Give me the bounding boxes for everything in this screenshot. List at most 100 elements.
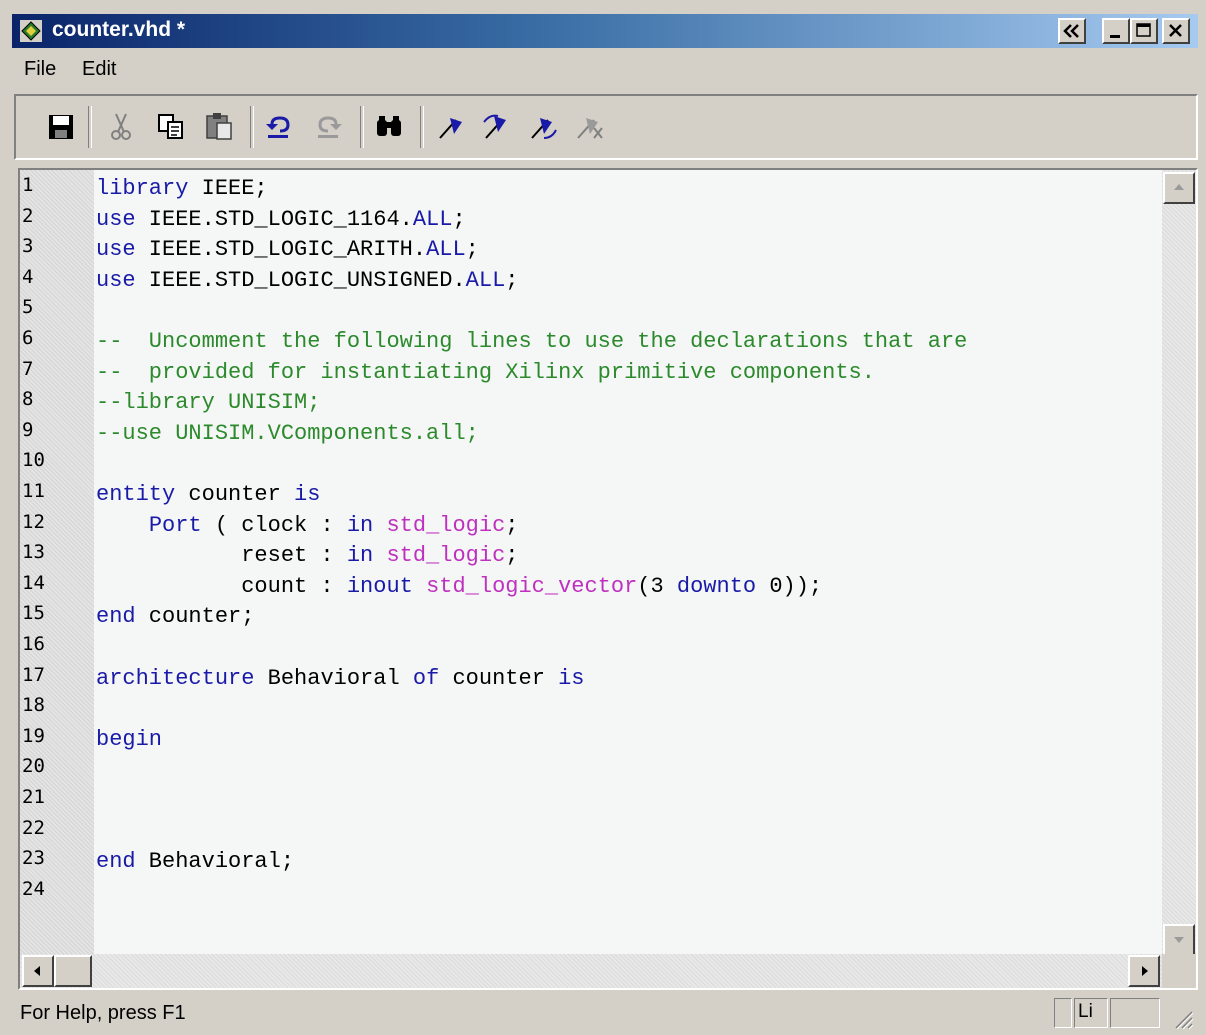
keyword-token: is xyxy=(294,482,321,507)
line-number: 10 xyxy=(22,449,45,472)
clear-bookmarks-button[interactable] xyxy=(572,110,606,144)
code-line: -- provided for instantiating Xilinx pri… xyxy=(96,360,875,385)
clear-bookmarks-icon xyxy=(577,118,603,139)
code-line: use IEEE.STD_LOGIC_ARITH.ALL; xyxy=(96,237,479,262)
line-number: 9 xyxy=(22,418,34,441)
code-token: IEEE.STD_LOGIC_ARITH. xyxy=(135,237,427,263)
redo-icon xyxy=(318,116,342,138)
maximize-button[interactable] xyxy=(1130,18,1158,44)
code-line: use IEEE.STD_LOGIC_1164.ALL; xyxy=(96,207,466,232)
window-title: counter.vhd * xyxy=(52,18,186,41)
toggle-bookmark-button[interactable] xyxy=(434,110,468,144)
code-token: IEEE.STD_LOGIC_1164. xyxy=(135,206,413,232)
type-token: std_logic xyxy=(386,512,506,538)
code-token: reset : xyxy=(96,543,347,569)
keyword-token: end xyxy=(96,604,136,630)
line-number: 19 xyxy=(22,724,45,747)
close-button[interactable] xyxy=(1162,18,1190,44)
status-pane-line: Li xyxy=(1074,998,1108,1028)
code-token: 0)); xyxy=(756,573,823,599)
vertical-scrollbar[interactable] xyxy=(1162,170,1196,958)
line-number: 11 xyxy=(22,480,45,502)
code-token: IEEE; xyxy=(188,176,268,201)
scrollbar-corner xyxy=(1162,954,1196,988)
collapse-button[interactable] xyxy=(1058,18,1086,44)
arrow-left-icon xyxy=(34,966,40,976)
status-pane-column xyxy=(1110,998,1160,1028)
keyword-token: ALL xyxy=(465,267,506,293)
next-bookmark-button[interactable] xyxy=(480,110,514,144)
keyword-token: in xyxy=(346,512,374,538)
keyword-token: entity xyxy=(96,482,176,507)
menu-file[interactable]: File xyxy=(24,58,56,81)
scroll-right-button[interactable] xyxy=(1128,955,1160,987)
code-token: ; xyxy=(505,543,519,569)
keyword-token: architecture xyxy=(96,665,255,691)
code-token: ; xyxy=(505,512,519,538)
line-number: 21 xyxy=(22,786,45,808)
line-number: 20 xyxy=(22,755,45,778)
line-number: 13 xyxy=(22,541,45,564)
arrow-right-icon xyxy=(1142,966,1148,976)
cut-button[interactable] xyxy=(104,110,138,144)
keyword-token: in xyxy=(346,543,374,569)
undo-button[interactable] xyxy=(262,110,296,144)
comment-token: --library UNISIM; xyxy=(96,390,321,416)
code-text-area[interactable]: library IEEE; use IEEE.STD_LOGIC_1164.ALL… xyxy=(96,170,1160,958)
menu-edit[interactable]: Edit xyxy=(82,58,116,81)
keyword-token: end xyxy=(96,849,136,875)
type-token: std_logic_vector xyxy=(426,573,638,599)
arrow-down-icon xyxy=(1174,937,1184,943)
code-token: ; xyxy=(452,206,466,232)
maximize-icon xyxy=(1136,23,1151,37)
line-number: 7 xyxy=(22,357,34,380)
code-token: count : xyxy=(96,573,347,599)
paste-icon xyxy=(206,113,232,140)
scroll-down-button[interactable] xyxy=(1163,924,1195,956)
code-token: counter xyxy=(439,665,559,691)
redo-button[interactable] xyxy=(312,110,346,144)
comment-token: --use UNISIM.VComponents.all; xyxy=(96,420,479,446)
code-token: ; xyxy=(505,267,519,293)
horizontal-scroll-thumb[interactable] xyxy=(54,955,92,987)
horizontal-scrollbar[interactable] xyxy=(20,954,1162,988)
code-line: --use UNISIM.VComponents.all; xyxy=(96,421,479,446)
line-number: 4 xyxy=(22,265,34,288)
code-line: --library UNISIM; xyxy=(96,390,320,415)
arrow-up-icon xyxy=(1174,184,1184,190)
minimize-button[interactable] xyxy=(1102,18,1130,44)
line-number: 15 xyxy=(22,602,45,625)
resize-grip-icon[interactable] xyxy=(1172,1008,1194,1030)
comment-token: -- provided for instantiating Xilinx pri… xyxy=(96,359,875,385)
code-line: use IEEE.STD_LOGIC_UNSIGNED.ALL; xyxy=(96,268,518,293)
keyword-token: Port xyxy=(148,512,202,538)
menu-bar: File Edit xyxy=(12,52,1198,88)
find-button[interactable] xyxy=(372,110,406,144)
code-editor[interactable]: 1 2 3 4 5 6 7 8 9 10 11 12 13 14 15 16 17 18 19 20 21 22 23 24 … xyxy=(18,168,1198,990)
status-bar: For Help, press F1 Li xyxy=(12,994,1198,1032)
line-number: 23 xyxy=(22,847,45,870)
code-line: end Behavioral; xyxy=(96,849,294,874)
code-token: ( clock : xyxy=(201,512,347,538)
code-line: begin xyxy=(96,727,162,752)
copy-button[interactable] xyxy=(154,110,188,144)
title-bar[interactable]: counter.vhd * xyxy=(12,14,1198,48)
code-token: ; xyxy=(465,237,479,263)
save-button[interactable] xyxy=(44,110,78,144)
paste-button[interactable] xyxy=(202,110,236,144)
keyword-token: of xyxy=(412,665,440,691)
line-number: 3 xyxy=(22,235,34,258)
code-token: Behavioral; xyxy=(135,849,295,875)
scroll-left-button[interactable] xyxy=(22,955,54,987)
line-number: 24 xyxy=(22,877,45,900)
comment-token: -- Uncomment the following lines to use … xyxy=(96,329,968,354)
scroll-up-button[interactable] xyxy=(1163,172,1195,204)
line-number: 14 xyxy=(22,571,45,594)
code-token: (3 xyxy=(637,573,677,599)
previous-bookmark-button[interactable] xyxy=(526,110,560,144)
keyword-token: is xyxy=(558,665,585,691)
keyword-token: ALL xyxy=(412,206,453,232)
code-line: entity counter is xyxy=(96,482,320,507)
code-line: architecture Behavioral of counter is xyxy=(96,666,585,691)
